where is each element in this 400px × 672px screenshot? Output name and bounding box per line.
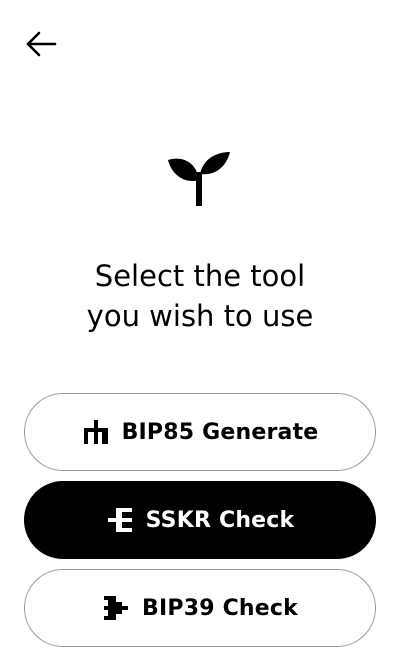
title-line-1: Select the tool (94, 259, 306, 293)
bip39-check-label: BIP39 Check (142, 595, 298, 621)
sskr-icon (106, 508, 134, 532)
sprout-icon (166, 150, 234, 208)
back-button[interactable] (18, 24, 62, 64)
arrow-left-icon (26, 31, 57, 57)
bip39-icon (102, 596, 130, 620)
bip39-check-button[interactable]: BIP39 Check (24, 569, 376, 647)
sskr-check-label: SSKR Check (145, 507, 295, 533)
bip85-generate-button[interactable]: BIP85 Generate (24, 393, 376, 471)
title-line-2: you wish to use (86, 299, 314, 333)
sskr-check-button[interactable]: SSKR Check (24, 481, 376, 559)
page-title: Select the tool you wish to use (0, 256, 400, 336)
bip85-generate-label: BIP85 Generate (121, 419, 319, 445)
bip85-icon (82, 420, 110, 444)
